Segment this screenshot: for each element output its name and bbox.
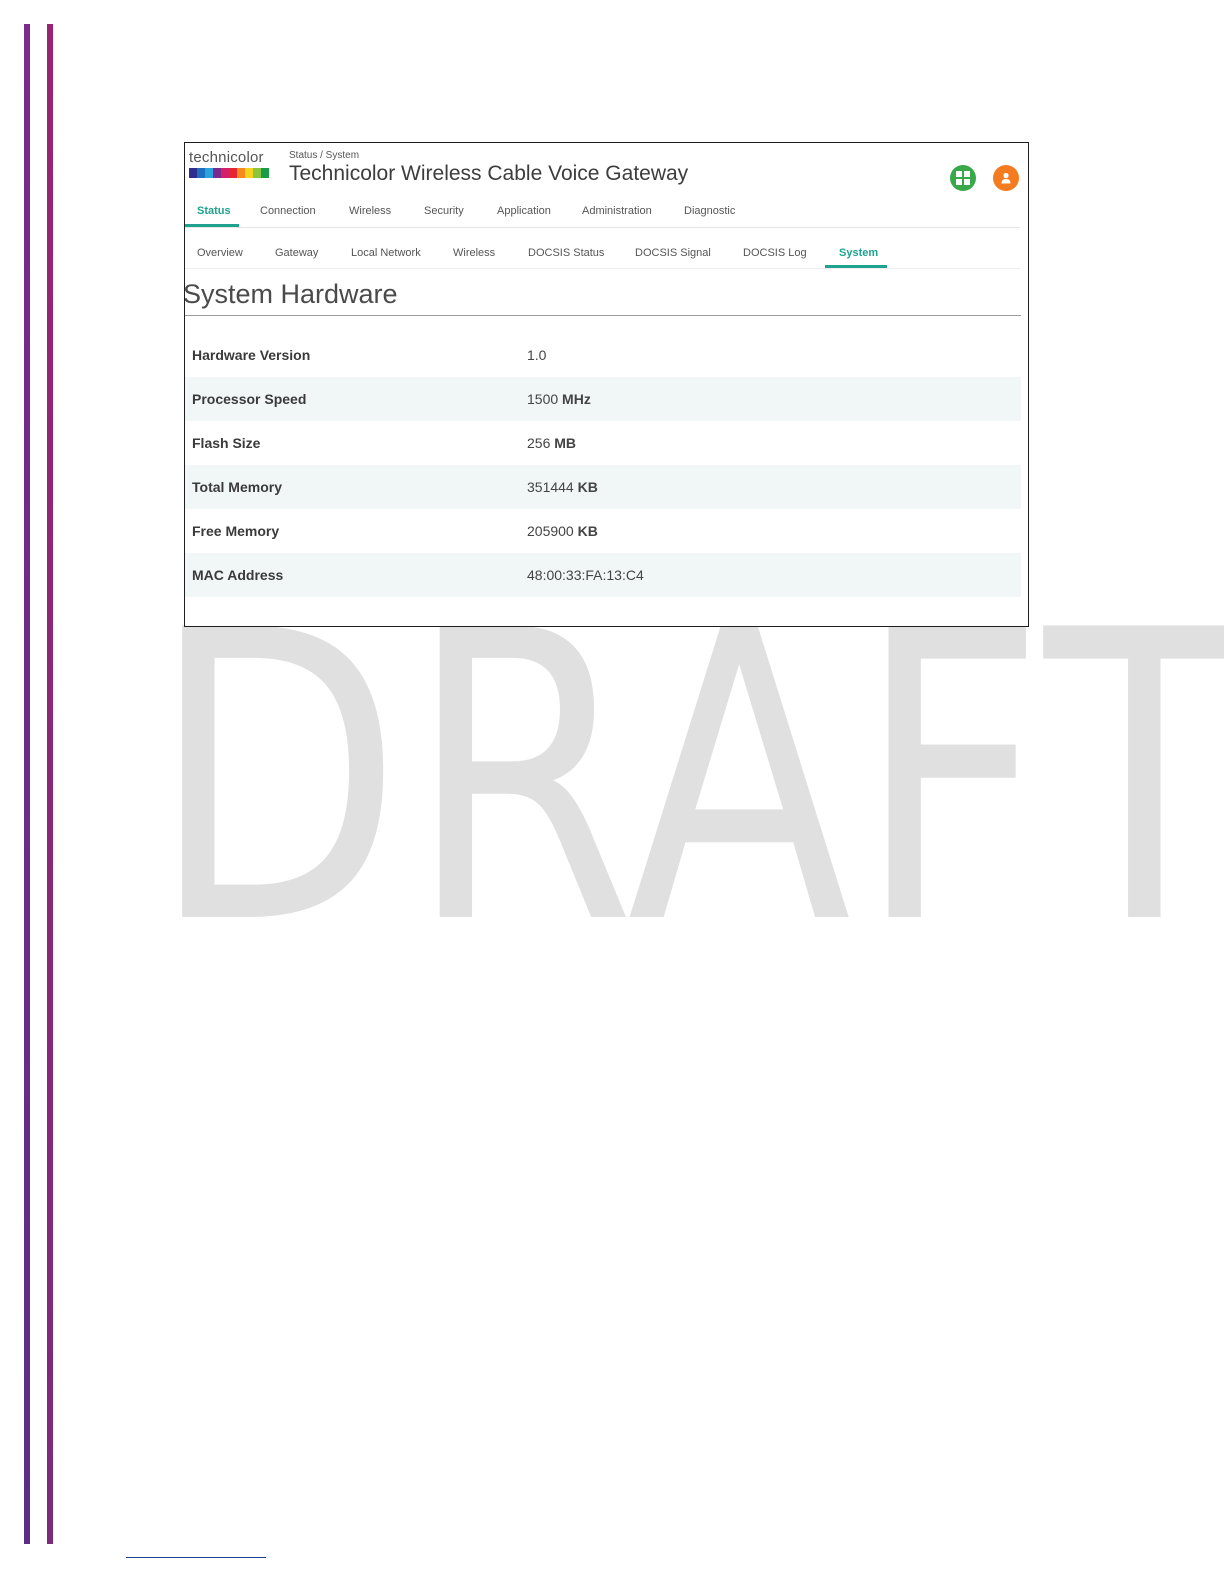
- table-row: Processor Speed 1500 MHz: [185, 377, 1021, 421]
- logo-color-block: [205, 168, 213, 178]
- subtab-local-network[interactable]: Local Network: [351, 247, 421, 259]
- logo-color-block: [229, 168, 237, 178]
- main-nav: Status Connection Wireless Security Appl…: [185, 203, 1020, 228]
- logo-color-block: [189, 168, 197, 178]
- grid-icon[interactable]: [950, 165, 976, 191]
- subtab-wireless[interactable]: Wireless: [453, 247, 495, 259]
- subtab-docsis-signal[interactable]: DOCSIS Signal: [635, 247, 711, 259]
- row-value: 1.0: [527, 347, 547, 363]
- row-value: 351444 KB: [527, 479, 598, 495]
- logo-color-block: [237, 168, 245, 178]
- tab-application[interactable]: Application: [497, 205, 551, 217]
- subtab-overview[interactable]: Overview: [197, 247, 243, 259]
- row-label: Flash Size: [192, 435, 261, 451]
- row-label: Hardware Version: [192, 347, 311, 363]
- active-subtab-indicator: [825, 265, 887, 268]
- row-label: Free Memory: [192, 523, 280, 539]
- table-row: MAC Address 48:00:33:FA:13:C4: [185, 553, 1021, 597]
- footer-rule: [126, 1557, 266, 1558]
- row-label: Processor Speed: [192, 391, 307, 407]
- draft-watermark: DRAFT: [150, 547, 1224, 1012]
- tab-wireless[interactable]: Wireless: [349, 205, 391, 217]
- row-label: MAC Address: [192, 567, 284, 583]
- logo-color-block: [221, 168, 229, 178]
- subtab-docsis-status[interactable]: DOCSIS Status: [528, 247, 604, 259]
- table-row: Hardware Version 1.0: [185, 333, 1021, 377]
- tab-status[interactable]: Status: [197, 205, 231, 217]
- logo-color-block: [261, 168, 269, 178]
- tab-security[interactable]: Security: [424, 205, 464, 217]
- hardware-table: Hardware Version 1.0 Processor Speed 150…: [185, 333, 1021, 597]
- logo-color-block: [245, 168, 253, 178]
- title-divider: [185, 315, 1021, 316]
- section-title: System Hardware: [184, 279, 398, 309]
- tab-administration[interactable]: Administration: [582, 205, 652, 217]
- tab-diagnostic[interactable]: Diagnostic: [684, 205, 735, 217]
- row-value: 205900 KB: [527, 523, 598, 539]
- breadcrumb: Status / System: [289, 150, 360, 161]
- table-row: Flash Size 256 MB: [185, 421, 1021, 465]
- margin-bar-left: [24, 24, 30, 1544]
- active-tab-indicator: [185, 224, 239, 227]
- logo-text: technicolor: [189, 149, 264, 166]
- row-value: 48:00:33:FA:13:C4: [527, 567, 644, 583]
- tab-connection[interactable]: Connection: [260, 205, 316, 217]
- table-row: Free Memory 205900 KB: [185, 509, 1021, 553]
- table-row: Total Memory 351444 KB: [185, 465, 1021, 509]
- margin-bar-right: [47, 24, 53, 1544]
- user-icon[interactable]: [993, 165, 1019, 191]
- page-title: Technicolor Wireless Cable Voice Gateway: [289, 162, 689, 185]
- logo-color-block: [197, 168, 205, 178]
- row-label: Total Memory: [192, 479, 282, 495]
- subtab-docsis-log[interactable]: DOCSIS Log: [743, 247, 807, 259]
- subtab-system[interactable]: System: [839, 247, 878, 259]
- logo-color-strip: [189, 168, 269, 178]
- logo-color-block: [213, 168, 221, 178]
- row-value: 256 MB: [527, 435, 577, 451]
- technicolor-logo[interactable]: technicolor: [189, 149, 269, 178]
- gateway-screenshot: technicolor Status / System Technicolor …: [184, 142, 1029, 627]
- subtab-gateway[interactable]: Gateway: [275, 247, 318, 259]
- row-value: 1500 MHz: [527, 391, 591, 407]
- sub-nav: Overview Gateway Local Network Wireless …: [185, 245, 1020, 269]
- logo-color-block: [253, 168, 261, 178]
